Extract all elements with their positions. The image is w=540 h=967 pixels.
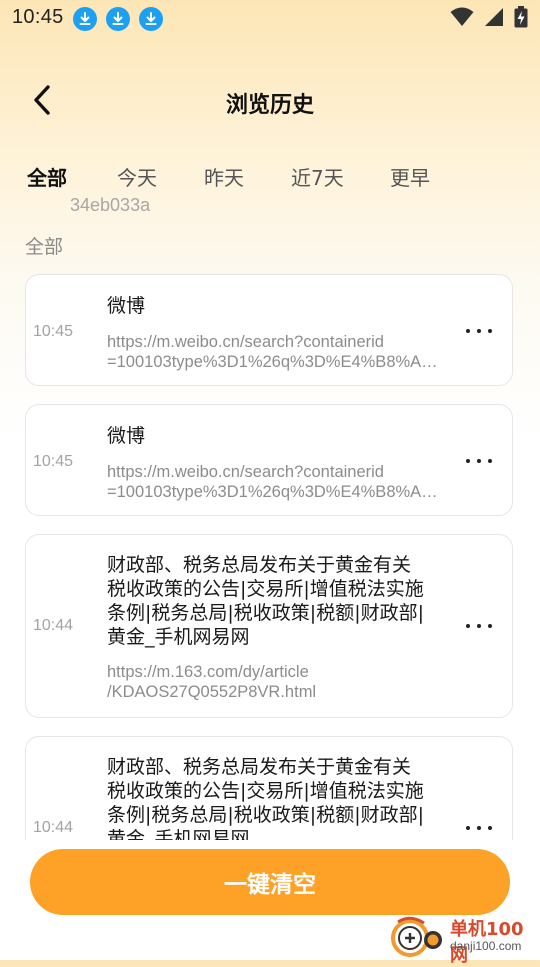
status-bar: 10:45	[0, 0, 540, 38]
history-item-time: 10:44	[33, 819, 74, 836]
download-icon	[106, 7, 130, 31]
history-item-title: 财政部、税务总局发布关于黄金有关 税收政策的公告|交易所|增值税法实施 条例|税…	[107, 756, 425, 840]
section-label: 全部	[25, 236, 64, 258]
download-icon	[73, 7, 97, 31]
tab-earlier[interactable]: 更早	[390, 162, 430, 191]
history-item-title: 微博	[107, 425, 146, 447]
more-options-icon[interactable]	[466, 321, 492, 341]
more-options-icon[interactable]	[466, 451, 492, 471]
history-item-time: 10:45	[33, 453, 74, 470]
tab-last-7-days[interactable]: 近7天	[291, 162, 344, 191]
history-item-url: https://m.weibo.cn/search?containerid =1…	[107, 333, 438, 371]
history-item[interactable]: 10:45 微博 https://m.weibo.cn/search?conta…	[25, 404, 513, 516]
history-item[interactable]: 10:44 财政部、税务总局发布关于黄金有关 税收政策的公告|交易所|增值税法实…	[25, 534, 513, 718]
debug-id: 34eb033a	[70, 195, 151, 215]
signal-icon	[484, 7, 504, 31]
watermark-site: danji100.com	[450, 939, 522, 953]
history-item-url: https://m.weibo.cn/search?containerid =1…	[107, 463, 438, 501]
history-item-url: https://m.163.com/dy/article /KDAOS27Q05…	[107, 663, 317, 701]
more-options-icon[interactable]	[466, 616, 492, 636]
battery-charging-icon	[514, 6, 528, 32]
tab-all[interactable]: 全部	[27, 162, 67, 191]
history-item-title: 微博	[107, 295, 146, 317]
tab-today[interactable]: 今天	[117, 162, 157, 191]
watermark: 单机100网 danji100.com	[388, 914, 538, 966]
history-item-title: 财政部、税务总局发布关于黄金有关 税收政策的公告|交易所|增值税法实施 条例|税…	[107, 554, 425, 648]
download-icon	[139, 7, 163, 31]
more-options-icon[interactable]	[466, 818, 492, 838]
status-icons	[450, 6, 528, 32]
page-title: 浏览历史	[225, 93, 314, 118]
history-item[interactable]: 10:45 微博 https://m.weibo.cn/search?conta…	[25, 274, 513, 386]
history-item[interactable]: 10:44 财政部、税务总局发布关于黄金有关 税收政策的公告|交易所|增值税法实…	[25, 736, 513, 840]
history-list[interactable]: 10:45 微博 https://m.weibo.cn/search?conta…	[0, 272, 540, 840]
tab-yesterday[interactable]: 昨天	[204, 162, 244, 191]
status-time: 10:45	[12, 6, 64, 28]
watermark-logo-icon	[388, 916, 448, 962]
history-item-time: 10:44	[33, 617, 74, 634]
history-item-time: 10:45	[33, 323, 74, 340]
clear-all-button[interactable]: 一键清空	[30, 849, 510, 915]
wifi-icon	[450, 7, 474, 31]
